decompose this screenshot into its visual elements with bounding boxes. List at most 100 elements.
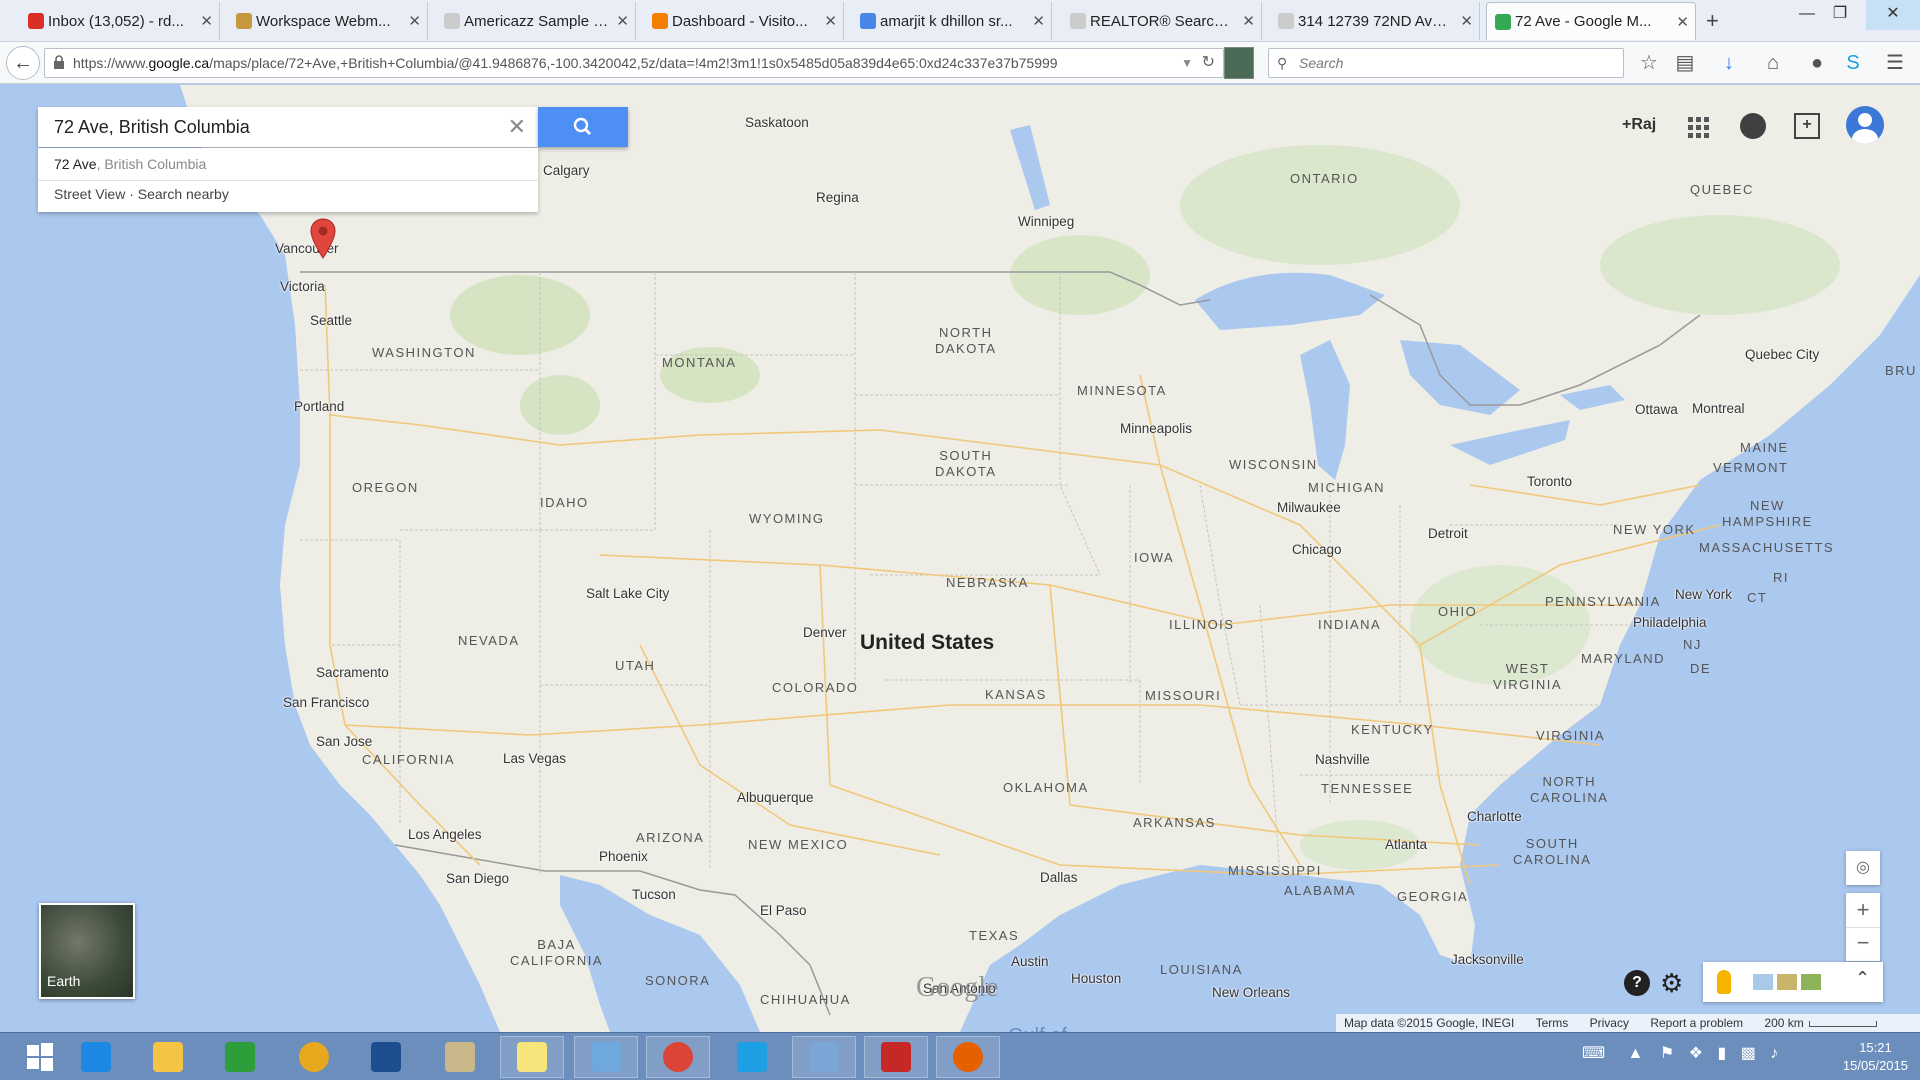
scale-label[interactable]: 200 km: [1764, 1016, 1803, 1030]
state-label: NEVADA: [458, 633, 520, 648]
scroll-app-icon[interactable]: [428, 1036, 492, 1078]
layer-bicycle-icon[interactable]: [1801, 974, 1821, 990]
close-tab-icon[interactable]: ✕: [1676, 13, 1689, 31]
user-name-link[interactable]: +Raj: [1622, 116, 1656, 134]
avatar[interactable]: [1846, 106, 1884, 144]
skype-icon[interactable]: [720, 1036, 784, 1078]
maps-search-button[interactable]: [538, 107, 628, 147]
keyboard-icon[interactable]: ⌨: [1582, 1045, 1605, 1062]
tab-label: 314 12739 72ND Aven...: [1298, 12, 1453, 30]
city-label: Seattle: [310, 313, 353, 328]
state-label: ALABAMA: [1284, 883, 1356, 898]
close-window-button[interactable]: ✕: [1866, 0, 1920, 30]
browser-search-input[interactable]: ⚲ Search: [1268, 48, 1624, 78]
zoom-out-button[interactable]: −: [1846, 927, 1880, 961]
state-label: MARYLAND: [1581, 651, 1666, 666]
maps-search-value: 72 Ave, British Columbia: [54, 117, 250, 137]
internet-explorer-icon[interactable]: [64, 1036, 128, 1078]
my-location-button[interactable]: ◎: [1846, 851, 1880, 885]
share-plus-icon[interactable]: +: [1794, 113, 1820, 139]
privacy-link[interactable]: Privacy: [1590, 1016, 1629, 1030]
url-dropdown-icon[interactable]: ▼: [1181, 49, 1193, 77]
sticky-notes-icon[interactable]: [500, 1036, 564, 1078]
home-icon[interactable]: ⌂: [1760, 50, 1786, 76]
state-label: WYOMING: [749, 511, 825, 526]
notifications-bell-icon[interactable]: [1740, 113, 1766, 139]
zoom-in-button[interactable]: +: [1846, 893, 1880, 927]
back-button[interactable]: ←: [6, 46, 40, 80]
new-tab-button[interactable]: +: [1706, 8, 1719, 34]
close-tab-icon[interactable]: ✕: [616, 12, 629, 30]
tab-4[interactable]: Dashboard - Visito... ✕: [644, 2, 844, 40]
state-label: WEST VIRGINIA: [1493, 661, 1563, 692]
restore-button[interactable]: ❐: [1814, 0, 1866, 30]
navigation-bar: ← https://www.google.ca/maps/place/72+Av…: [0, 42, 1920, 84]
map-data-credit: Map data ©2015 Google, INEGI: [1344, 1016, 1515, 1030]
flag-icon[interactable]: ⚑: [1660, 1045, 1674, 1062]
reading-list-icon[interactable]: ▤: [1672, 50, 1698, 76]
battery-icon[interactable]: ▮: [1717, 1045, 1726, 1062]
layer-transit-icon[interactable]: [1753, 974, 1773, 990]
menu-icon[interactable]: ☰: [1882, 50, 1908, 76]
zoom-control: + −: [1846, 893, 1880, 961]
tab-6[interactable]: REALTOR® Search... ✕: [1062, 2, 1262, 40]
report-problem-link[interactable]: Report a problem: [1650, 1016, 1743, 1030]
start-button-icon[interactable]: [8, 1036, 72, 1078]
dropbox-icon[interactable]: ❖: [1689, 1045, 1703, 1062]
notepad-icon[interactable]: [574, 1036, 638, 1078]
close-tab-icon[interactable]: ✕: [1460, 12, 1473, 30]
tab-8[interactable]: 72 Ave - Google M... ✕: [1486, 2, 1696, 40]
red-app-icon[interactable]: [864, 1036, 928, 1078]
control-panel-icon[interactable]: [792, 1036, 856, 1078]
tab-3[interactable]: Americazz Sample Req... ✕: [436, 2, 636, 40]
system-clock[interactable]: 15:21 15/05/2015: [1843, 1039, 1908, 1075]
maps-search-input[interactable]: 72 Ave, British Columbia ✕: [38, 107, 538, 147]
tab-label: REALTOR® Search...: [1090, 12, 1235, 30]
maps-addon-icon[interactable]: [1224, 47, 1254, 79]
terms-link[interactable]: Terms: [1536, 1016, 1569, 1030]
firefox-icon[interactable]: [936, 1036, 1000, 1078]
tab-7[interactable]: 314 12739 72ND Aven... ✕: [1270, 2, 1480, 40]
close-tab-icon[interactable]: ✕: [824, 12, 837, 30]
file-explorer-icon[interactable]: [136, 1036, 200, 1078]
network-icon[interactable]: ▩: [1741, 1045, 1756, 1062]
pegman-icon[interactable]: [1717, 970, 1731, 994]
close-tab-icon[interactable]: ✕: [1032, 12, 1045, 30]
tab-1[interactable]: Inbox (13,052) - rd... ✕: [20, 2, 220, 40]
close-tab-icon[interactable]: ✕: [1242, 12, 1255, 30]
earth-view-toggle[interactable]: Earth: [39, 903, 135, 999]
state-label: GEORGIA: [1397, 889, 1469, 904]
state-label: KANSAS: [985, 687, 1047, 702]
reload-icon[interactable]: ↻: [1202, 49, 1215, 77]
clear-search-icon[interactable]: ✕: [508, 107, 526, 147]
tab-label: Workspace Webm...: [256, 12, 391, 30]
google-logo: Google: [916, 972, 999, 1003]
tab-5[interactable]: amarjit k dhillon sr... ✕: [852, 2, 1052, 40]
layer-terrain-icon[interactable]: [1777, 974, 1797, 990]
close-tab-icon[interactable]: ✕: [200, 12, 213, 30]
tab-2[interactable]: Workspace Webm... ✕: [228, 2, 428, 40]
tray-expand-icon[interactable]: ▲: [1628, 1045, 1644, 1062]
url-bar[interactable]: https://www.google.ca/maps/place/72+Ave,…: [44, 48, 1224, 78]
teamviewer-icon[interactable]: [354, 1036, 418, 1078]
city-label: Chicago: [1292, 542, 1342, 557]
map-canvas[interactable]: WASHINGTON OREGON IDAHO MONTANA WYOMING NEVAD…: [0, 85, 1920, 1032]
skype-addon-icon[interactable]: S: [1840, 50, 1866, 76]
state-label: LOUISIANA: [1160, 962, 1243, 977]
expand-chevron-icon[interactable]: ⌃: [1855, 968, 1870, 989]
suggestion-actions[interactable]: Street View · Search nearby: [54, 186, 229, 202]
bookmark-star-icon[interactable]: ☆: [1636, 50, 1662, 76]
help-icon[interactable]: ?: [1624, 970, 1650, 996]
suggestion-result[interactable]: 72 Ave, British Columbia: [54, 156, 206, 172]
store-icon[interactable]: [208, 1036, 272, 1078]
picasa-icon[interactable]: [282, 1036, 346, 1078]
settings-gear-icon[interactable]: ⚙: [1660, 968, 1683, 999]
chat-icon[interactable]: ●: [1804, 50, 1830, 76]
close-tab-icon[interactable]: ✕: [408, 12, 421, 30]
chrome-icon[interactable]: [646, 1036, 710, 1078]
download-icon[interactable]: ↓: [1716, 50, 1742, 76]
location-pin-icon[interactable]: [310, 218, 336, 260]
city-label: Phoenix: [599, 849, 648, 864]
apps-grid-icon[interactable]: [1686, 115, 1710, 139]
volume-icon[interactable]: ♪: [1770, 1045, 1778, 1062]
